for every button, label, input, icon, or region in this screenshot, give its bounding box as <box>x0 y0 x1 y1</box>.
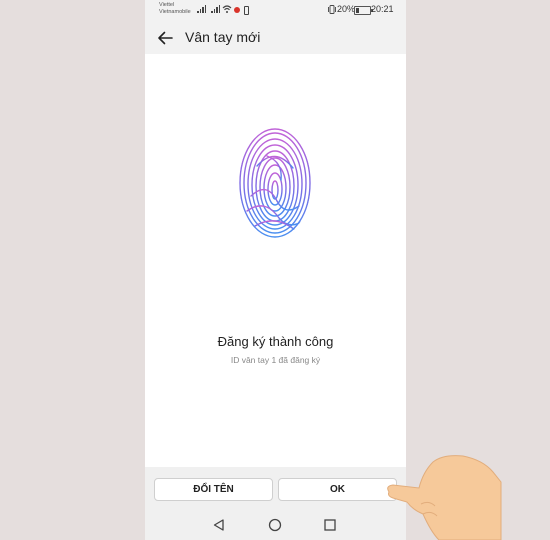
status-bar: Viettel Vietnamobile 20% 20:21 <box>145 0 406 20</box>
battery-fill <box>356 8 359 13</box>
wifi-icon <box>222 5 232 13</box>
phone-screen: Viettel Vietnamobile 20% 20:21 Vân tay m… <box>145 0 406 540</box>
carrier-1: Viettel <box>159 2 175 8</box>
carrier-2: Vietnamobile <box>159 9 191 15</box>
ok-button[interactable]: OK <box>278 478 397 501</box>
fingerprint-id-status: ID vân tay 1 đã đăng ký <box>230 355 321 365</box>
circle-home-icon[interactable] <box>267 517 283 533</box>
app-bar: Vân tay mới <box>145 20 406 54</box>
page-title: Vân tay mới <box>185 29 261 45</box>
fingerprint-icon <box>239 128 311 238</box>
battery-percent: 20% <box>337 4 356 14</box>
vibrate-icon <box>328 5 336 14</box>
battery-icon <box>354 6 373 15</box>
main-content: Đăng ký thành công ID vân tay 1 đã đăng … <box>145 54 406 467</box>
success-heading: Đăng ký thành công <box>217 334 334 349</box>
square-recents-icon[interactable] <box>322 517 338 533</box>
signal-1-icon <box>197 5 206 13</box>
pointing-hand-icon <box>387 455 502 540</box>
arrow-left-icon <box>158 31 173 45</box>
navigation-bar <box>145 510 406 540</box>
carrier-labels: Viettel Vietnamobile <box>159 2 191 16</box>
small-battery-icon <box>244 6 249 15</box>
clock: 20:21 <box>371 4 394 14</box>
rename-button[interactable]: ĐỔI TÊN <box>154 478 273 501</box>
record-icon <box>234 7 240 13</box>
back-button[interactable] <box>154 27 176 49</box>
triangle-back-icon[interactable] <box>211 517 227 533</box>
signal-2-icon <box>211 5 220 13</box>
